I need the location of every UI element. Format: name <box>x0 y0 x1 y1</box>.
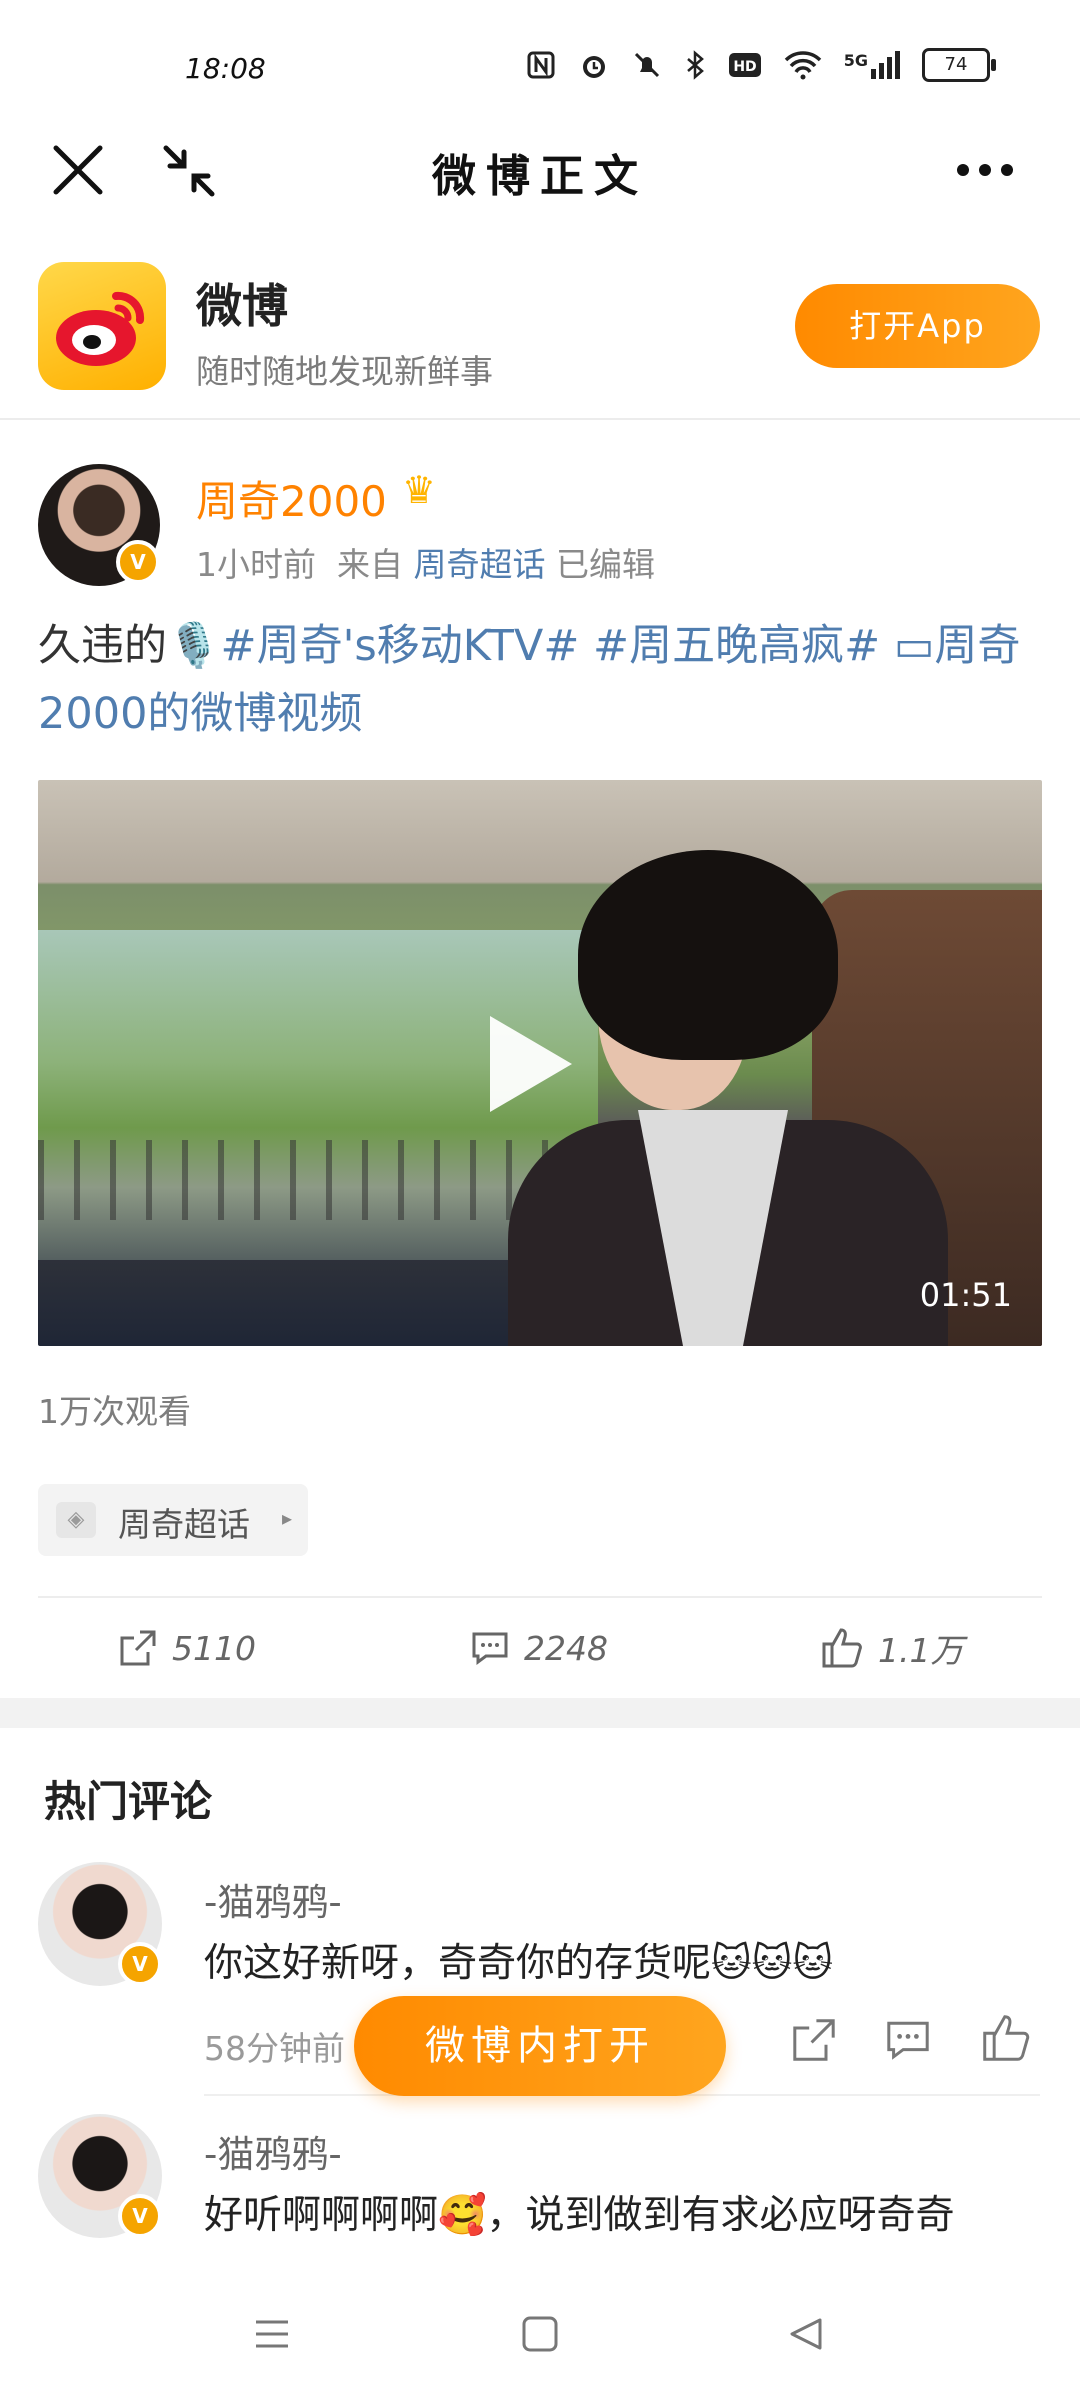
comment-like-button[interactable] <box>980 2012 1032 2068</box>
comment-count: 2248 <box>524 1628 608 1668</box>
mute-icon <box>634 52 659 78</box>
open-app-button[interactable]: 打开App <box>795 284 1040 368</box>
home-button[interactable] <box>520 2314 560 2358</box>
status-time: 18:08 <box>185 52 266 85</box>
comment-button[interactable]: 2248 <box>470 1618 608 1678</box>
hd-icon: HD <box>728 53 761 77</box>
page-title: 微博正文 <box>432 151 648 202</box>
comment-text: 好听啊啊啊啊🥰，说到做到有求必应呀奇奇 <box>204 2193 955 2238</box>
like-count: 1.1万 <box>878 1631 964 1670</box>
comment-reply-button[interactable] <box>884 2016 932 2068</box>
source-prefix: 来自 <box>336 545 403 584</box>
repost-count: 5110 <box>172 1628 256 1668</box>
supertopic-icon: ◈ <box>56 1502 96 1538</box>
more-icon <box>957 164 1013 176</box>
signal-icon: 5G <box>844 51 900 79</box>
video-player[interactable]: 01:51 <box>38 780 1042 1346</box>
home-square-icon <box>522 2316 558 2352</box>
share-icon <box>120 1630 156 1666</box>
wifi-icon <box>784 51 821 80</box>
like-button[interactable]: 1.1万 <box>820 1618 963 1678</box>
repost-button[interactable]: 5110 <box>118 1618 256 1678</box>
post-meta: 1小时前 来自 周奇超话 已编辑 <box>196 538 655 586</box>
chevron-right-icon: ▸ <box>282 1506 293 1530</box>
back-triangle-icon <box>790 2318 822 2350</box>
video-duration: 01:51 <box>919 1276 1012 1314</box>
weibo-logo <box>38 262 166 390</box>
post-text-prefix: 久违的 <box>38 621 167 671</box>
more-button[interactable] <box>955 158 1015 186</box>
network-type: 5G <box>843 51 868 70</box>
comment-author[interactable]: -猫鸦鸦- <box>204 1872 342 1926</box>
comment-icon <box>472 1632 508 1665</box>
microphone-icon: 🎙️ <box>167 621 221 671</box>
battery-icon: 74 <box>922 48 996 82</box>
menu-button[interactable] <box>252 2314 292 2358</box>
verified-badge-icon: V <box>116 540 160 584</box>
section-separator <box>0 1698 1080 1728</box>
topic-label: 周奇超话 <box>118 1505 250 1544</box>
status-icons: HD 5G 74 <box>526 48 996 82</box>
thumbs-up-icon <box>822 1628 862 1668</box>
play-icon[interactable] <box>490 1016 572 1112</box>
view-count: 1万次观看 <box>38 1392 191 1431</box>
source-link[interactable]: 周奇超话 <box>413 545 545 584</box>
topic-chip[interactable]: ◈ 周奇超话 ▸ <box>38 1484 308 1556</box>
verified-badge-icon: V <box>118 2194 162 2238</box>
system-navigation-bar <box>0 2296 1080 2376</box>
post-text: 久违的🎙️#周奇's移动KTV# #周五晚高疯# ▭周奇2000的微博视频 <box>38 612 1042 748</box>
verified-badge-icon: V <box>118 1942 162 1986</box>
crown-icon: ♛ <box>402 468 437 512</box>
edited-label: 已编辑 <box>555 545 655 584</box>
open-in-weibo-button[interactable]: 微博内打开 <box>354 1996 726 2096</box>
app-tagline: 随时随地发现新鲜事 <box>196 352 493 391</box>
comment-text: 你这好新呀，奇奇你的存货呢🐱🐱🐱 <box>204 1941 833 1986</box>
nfc-icon <box>527 51 555 79</box>
divider <box>0 418 1080 420</box>
back-button[interactable] <box>786 2314 826 2358</box>
hashtag-link[interactable]: #周五晚高疯# <box>593 621 880 671</box>
author-name[interactable]: 周奇2000 <box>196 468 387 529</box>
divider <box>38 1596 1042 1598</box>
comment-author[interactable]: -猫鸦鸦- <box>204 2124 342 2178</box>
alarm-icon <box>582 56 605 78</box>
comment-icon <box>887 2021 929 2060</box>
video-camera-icon: ▭ <box>893 621 935 671</box>
menu-icon <box>256 2320 288 2348</box>
svg-text:HD: HD <box>733 59 756 75</box>
comment-time: 58分钟前 <box>204 2029 345 2068</box>
video-person-hair <box>578 850 838 1060</box>
thumbs-up-icon <box>983 2015 1030 2061</box>
weibo-logo-icon <box>56 291 145 366</box>
share-icon <box>793 2019 835 2061</box>
comment-share-button[interactable] <box>790 2016 838 2068</box>
hashtag-link[interactable]: #周奇's移动KTV# <box>221 621 580 671</box>
hot-comments-title: 热门评论 <box>44 1777 213 1826</box>
app-name: 微博 <box>196 279 288 333</box>
post-time: 1小时前 <box>196 545 316 584</box>
bluetooth-icon <box>686 50 704 80</box>
